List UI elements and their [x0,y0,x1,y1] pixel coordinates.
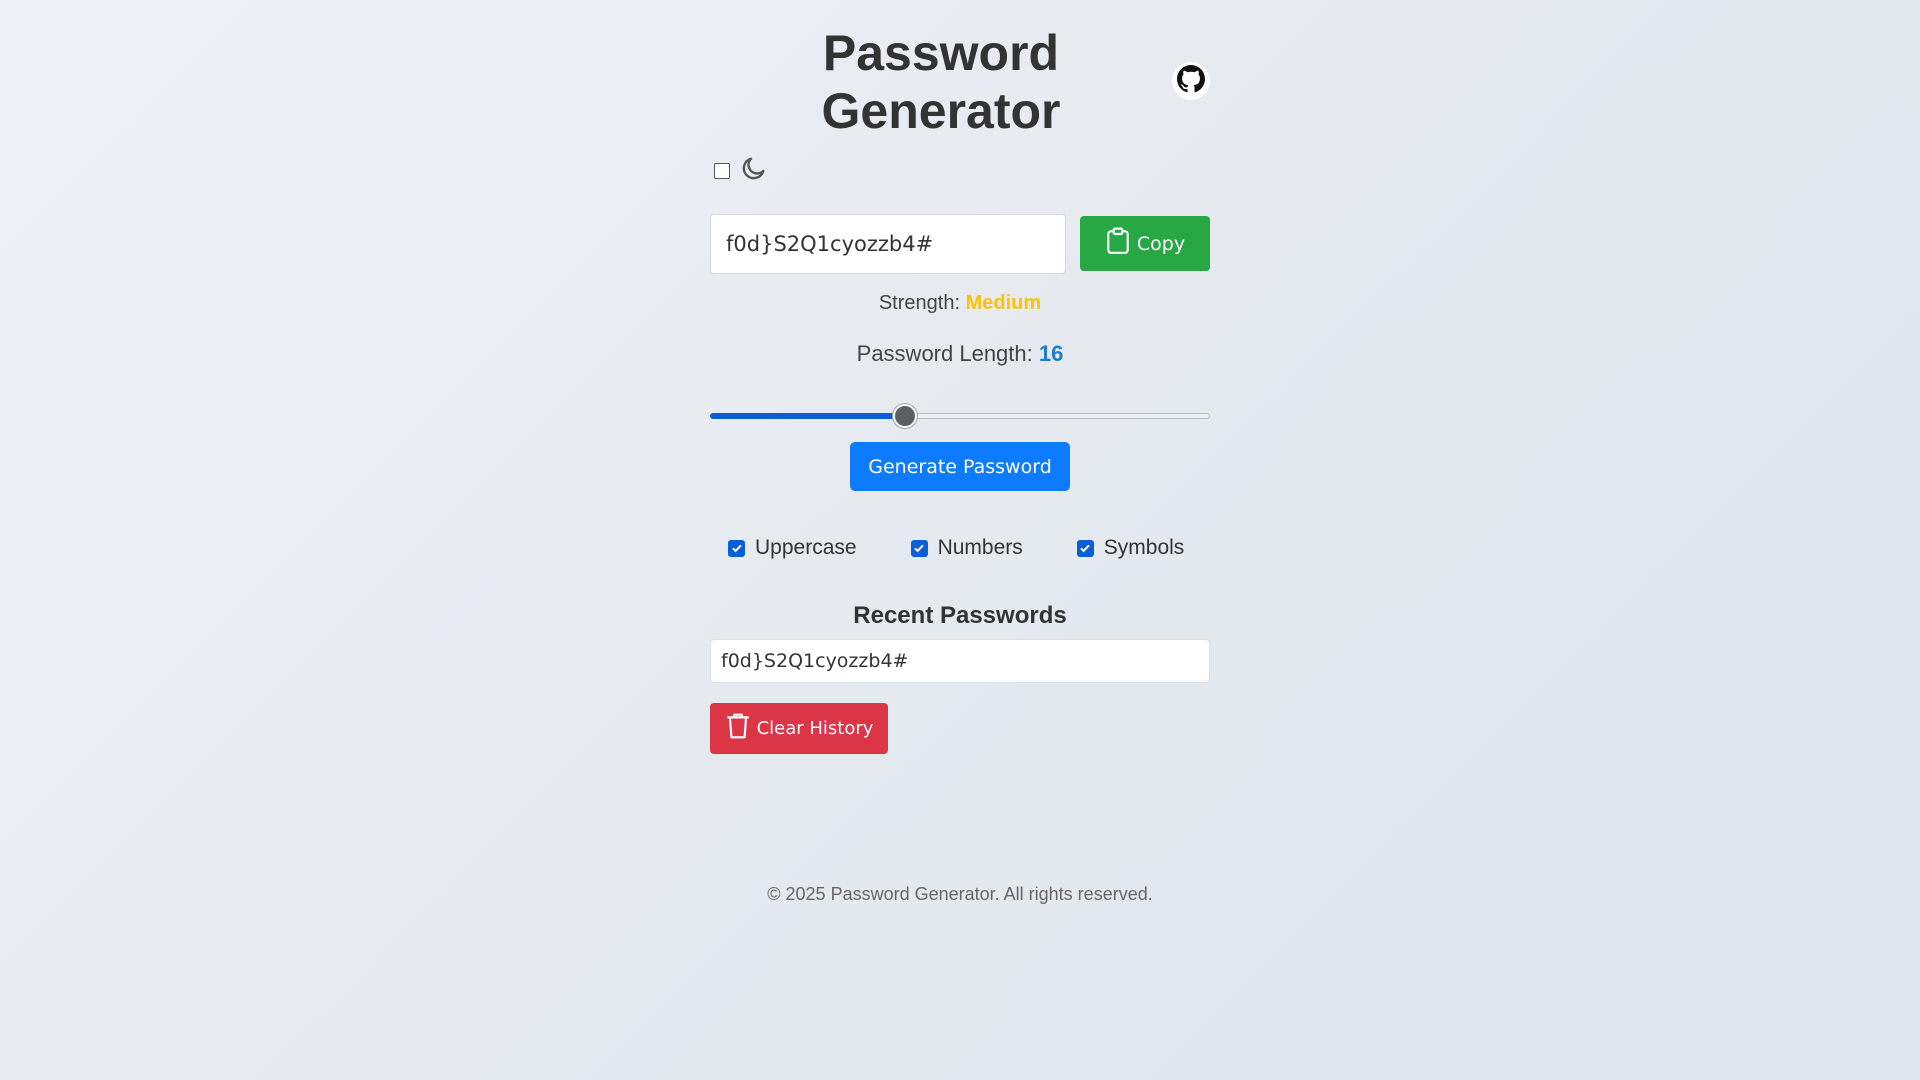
strength-indicator: Strength: Medium [710,292,1210,315]
numbers-label: Numbers [937,536,1023,559]
symbols-label: Symbols [1103,536,1185,559]
length-indicator: Password Length: 16 [710,341,1210,367]
title-line-2: Generator [821,83,1061,139]
options-row: Uppercase Numbers Symbols [728,536,1184,560]
page-title: Password Generator [710,24,1172,140]
option-uppercase[interactable]: Uppercase [728,536,857,560]
trash-icon [725,712,751,745]
dark-mode-checkbox[interactable] [714,162,730,179]
recent-passwords-list: f0d}S2Q1cyozzb4# [710,639,1210,683]
numbers-checkbox[interactable] [910,539,928,557]
length-value: 16 [1038,341,1064,366]
copy-button-label: Copy [1136,232,1186,255]
password-row: Copy [710,214,1210,274]
password-output[interactable] [710,214,1066,274]
clear-history-label: Clear History [756,718,874,739]
generate-password-button[interactable]: Generate Password [850,442,1070,491]
github-icon [1177,64,1205,98]
strength-value: Medium [965,292,1042,314]
footer-text: © 2025 Password Generator. All rights re… [767,884,1153,904]
moon-icon [740,154,768,187]
uppercase-checkbox[interactable] [728,539,745,557]
option-numbers[interactable]: Numbers [910,536,1023,560]
list-item[interactable]: f0d}S2Q1cyozzb4# [710,639,1210,683]
symbols-checkbox[interactable] [1076,539,1094,557]
slider-thumb[interactable] [893,404,918,428]
title-line-1: Password [822,25,1060,81]
github-link[interactable] [1172,62,1210,100]
strength-label: Strength: [878,292,961,314]
clear-history-button[interactable]: Clear History [710,703,888,754]
length-label: Password Length: [856,341,1033,366]
theme-toggle-row [714,154,768,187]
recent-passwords-heading: Recent Passwords [853,602,1067,629]
clipboard-icon [1105,227,1131,260]
slider-fill [710,413,906,419]
uppercase-label: Uppercase [755,536,857,559]
option-symbols[interactable]: Symbols [1076,536,1185,560]
copy-button[interactable]: Copy [1080,216,1210,271]
length-slider[interactable] [710,404,1210,428]
